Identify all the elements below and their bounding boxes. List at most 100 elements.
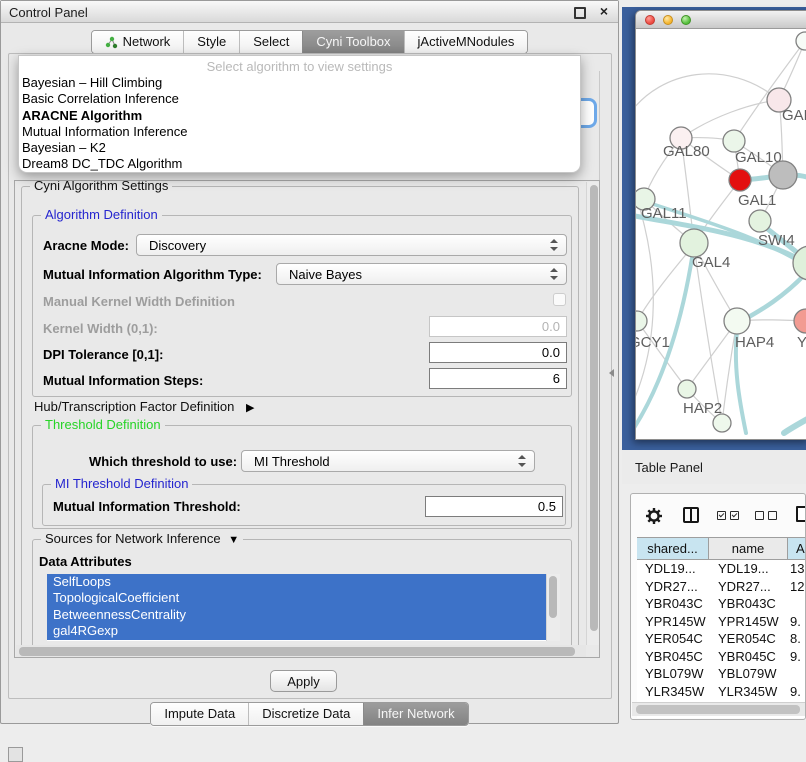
table-cell[interactable]: 8.	[788, 630, 806, 648]
column-header-shared-name[interactable]: shared...	[637, 538, 709, 559]
attribute-item[interactable]: TopologicalCoefficient	[47, 590, 546, 606]
table-cell[interactable]: 9.	[788, 683, 806, 701]
table-cell[interactable]: 9.	[788, 648, 806, 666]
table-row[interactable]: YDL19...YDL19...13	[637, 560, 806, 578]
network-node-gal1[interactable]	[729, 169, 751, 191]
table-cell[interactable]: YDR27...	[709, 578, 788, 596]
tab-network[interactable]: Network	[92, 31, 184, 53]
tab-jactivemnodules[interactable]: jActiveMNodules	[404, 31, 528, 53]
dropdown-item[interactable]: Bayesian – Hill Climbing	[19, 75, 580, 91]
scrollbar-thumb[interactable]	[19, 647, 575, 656]
network-node-swi4[interactable]	[749, 210, 771, 232]
table-row[interactable]: YBR043CYBR043C	[637, 595, 806, 613]
expander-expanded-icon[interactable]: ▼	[228, 534, 239, 546]
table-cell[interactable]: YPR145W	[637, 613, 709, 631]
manual-kernel-width-checkbox[interactable]	[553, 293, 566, 306]
splitter-collapse-arrow[interactable]	[609, 369, 614, 377]
network-node-hap2[interactable]	[678, 380, 696, 398]
network-node-hap4[interactable]	[724, 308, 750, 334]
deselect-all-checkbox-icon[interactable]	[768, 511, 777, 520]
table-row[interactable]: YBR045CYBR045C9.	[637, 648, 806, 666]
table-horizontal-scrollbar[interactable]	[632, 702, 806, 716]
table-cell[interactable]: YDL19...	[709, 560, 788, 578]
select-all-checkbox-icon[interactable]	[717, 511, 726, 520]
table-cell[interactable]: YBR045C	[709, 648, 788, 666]
table-cell[interactable]	[788, 595, 806, 613]
tab-discretize-data[interactable]: Discretize Data	[248, 703, 363, 725]
apply-button[interactable]: Apply	[270, 670, 337, 692]
scrollbar-thumb[interactable]	[590, 185, 598, 631]
settings-horizontal-scrollbar[interactable]	[16, 645, 586, 658]
network-node[interactable]	[713, 414, 731, 432]
attribute-item[interactable]: SelfLoops	[47, 574, 546, 590]
table-cell[interactable]: YPR145W	[709, 613, 788, 631]
column-header-name[interactable]: name	[709, 538, 788, 559]
table-cell[interactable]: 12	[788, 578, 806, 596]
network-window-titlebar[interactable]	[636, 11, 806, 29]
table-row[interactable]: YLR345WYLR345W9.	[637, 683, 806, 701]
table-cell[interactable]: YBR043C	[709, 595, 788, 613]
tab-select[interactable]: Select	[239, 31, 302, 53]
collapsed-panel-icon[interactable]	[8, 747, 23, 762]
attribute-item[interactable]: gal4RGexp	[47, 623, 546, 639]
table-cell[interactable]: YLR345W	[709, 683, 788, 701]
scrollbar-thumb[interactable]	[549, 576, 557, 618]
table-cell[interactable]: YBL079W	[637, 665, 709, 683]
mi-steps-label: Mutual Information Steps:	[43, 373, 203, 388]
close-icon[interactable]: ×	[600, 3, 608, 19]
split-columns-icon[interactable]	[683, 507, 699, 523]
export-table-icon[interactable]	[796, 506, 806, 522]
table-cell[interactable]: YDR27...	[637, 578, 709, 596]
network-node-gcy1[interactable]	[636, 311, 647, 331]
table-cell[interactable]	[788, 665, 806, 683]
tab-infer-network[interactable]: Infer Network	[363, 703, 467, 725]
mi-algorithm-type-combobox[interactable]: Naive Bayes	[276, 263, 567, 285]
network-node-y[interactable]	[794, 309, 806, 333]
dropdown-item[interactable]: Mutual Information Inference	[19, 124, 580, 140]
table-cell[interactable]: YBR045C	[637, 648, 709, 666]
close-traffic-light[interactable]	[645, 15, 655, 25]
dropdown-item[interactable]: Dream8 DC_TDC Algorithm	[19, 156, 580, 172]
float-window-icon[interactable]	[574, 7, 586, 19]
tab-cyni-toolbox[interactable]: Cyni Toolbox	[302, 31, 403, 53]
kernel-width-field[interactable]: 0.0	[429, 316, 567, 337]
column-header-clipped[interactable]: A	[788, 538, 806, 559]
network-canvas[interactable]: GALGAL80GAL10GAL1GAL11SWI4GAL4GCY1HAP4YH…	[636, 29, 806, 439]
hub-definition-expander[interactable]: Hub/Transcription Factor Definition ▶	[34, 399, 254, 414]
dpi-tolerance-field[interactable]: 0.0	[429, 342, 567, 363]
tab-style[interactable]: Style	[183, 31, 239, 53]
gear-icon[interactable]	[645, 507, 663, 525]
table-row[interactable]: YPR145WYPR145W9.	[637, 613, 806, 631]
table-cell[interactable]: YLR345W	[637, 683, 709, 701]
table-row[interactable]: YER054CYER054C8.	[637, 630, 806, 648]
table-row[interactable]: YBL079WYBL079W	[637, 665, 806, 683]
tab-impute-data[interactable]: Impute Data	[151, 703, 248, 725]
network-window[interactable]: GALGAL80GAL10GAL1GAL11SWI4GAL4GCY1HAP4YH…	[635, 10, 806, 440]
table-cell[interactable]: YBR043C	[637, 595, 709, 613]
mi-steps-field[interactable]: 6	[429, 368, 567, 389]
zoom-traffic-light[interactable]	[681, 15, 691, 25]
dropdown-item-selected[interactable]: ARACNE Algorithm	[19, 108, 580, 124]
settings-vertical-scrollbar[interactable]	[586, 182, 600, 645]
table-cell[interactable]: YDL19...	[637, 560, 709, 578]
table-cell[interactable]: YER054C	[709, 630, 788, 648]
dropdown-item[interactable]: Basic Correlation Inference	[19, 91, 580, 107]
mi-threshold-field[interactable]: 0.5	[425, 496, 563, 517]
table-cell[interactable]: YBL079W	[709, 665, 788, 683]
attribute-list-scrollbar[interactable]	[546, 574, 560, 641]
aracne-mode-combobox[interactable]: Discovery	[136, 234, 567, 256]
table-cell[interactable]: YER054C	[637, 630, 709, 648]
table-row[interactable]: YDR27...YDR27...12	[637, 578, 806, 596]
scrollbar-thumb[interactable]	[636, 705, 800, 714]
network-node-gal4[interactable]	[680, 229, 708, 257]
deselect-all-checkbox-icon[interactable]	[755, 511, 764, 520]
table-cell[interactable]: 13	[788, 560, 806, 578]
network-node[interactable]	[796, 32, 806, 50]
dropdown-item[interactable]: Bayesian – K2	[19, 140, 580, 156]
network-node[interactable]	[769, 161, 797, 189]
attribute-item[interactable]: BetweennessCentrality	[47, 607, 546, 623]
select-all-checkbox-icon[interactable]	[730, 511, 739, 520]
minimize-traffic-light[interactable]	[663, 15, 673, 25]
table-cell[interactable]: 9.	[788, 613, 806, 631]
which-threshold-combobox[interactable]: MI Threshold	[241, 450, 535, 472]
